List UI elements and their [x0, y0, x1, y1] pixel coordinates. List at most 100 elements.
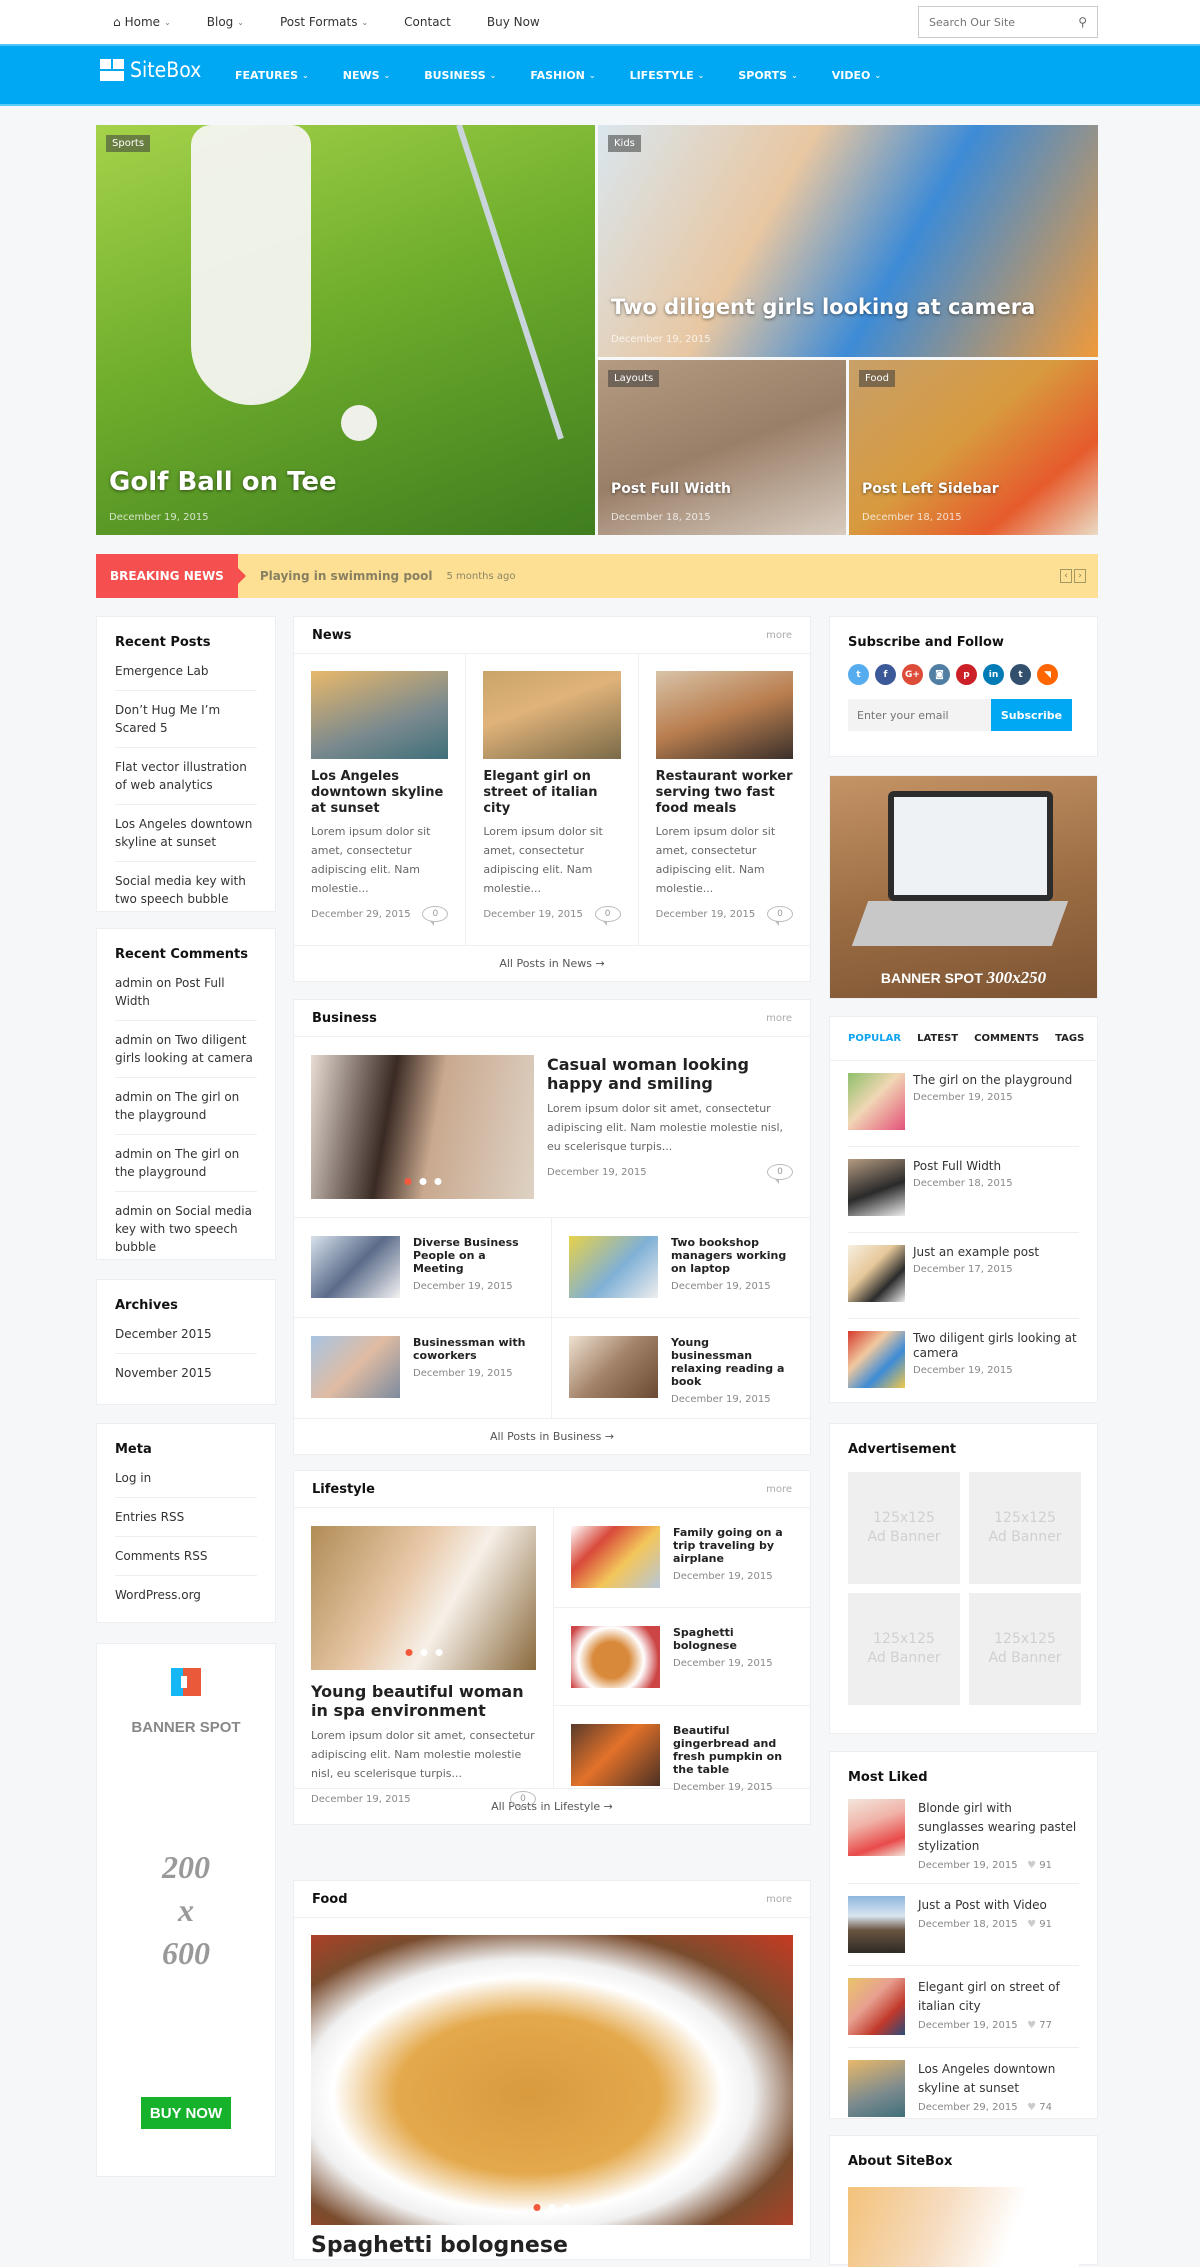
list-item[interactable]: Elegant girl on street of italian city De…: [848, 1966, 1079, 2048]
news-card[interactable]: Los Angeles downtown skyline at sunset L…: [294, 654, 467, 945]
facebook-icon[interactable]: f: [875, 664, 896, 685]
list-item[interactable]: Los Angeles downtown skyline at sunset De…: [848, 2048, 1079, 2129]
list-item[interactable]: Spaghetti bolognese December 19, 2015: [554, 1608, 810, 1706]
hero-title[interactable]: Golf Ball on Tee: [109, 467, 337, 497]
list-item[interactable]: Two bookshop managers working on laptop D…: [552, 1218, 810, 1318]
slider-dots[interactable]: [533, 2204, 571, 2211]
hero-tile-food[interactable]: Food Post Left Sidebar December 18, 2015: [849, 360, 1098, 535]
topnav-contact[interactable]: Contact: [404, 15, 451, 29]
category-badge[interactable]: Sports: [106, 135, 151, 152]
post-thumbnail[interactable]: [848, 1799, 905, 1856]
hero-title[interactable]: Post Full Width: [611, 481, 731, 497]
hero-tile-layouts[interactable]: Layouts Post Full Width December 18, 201…: [598, 360, 846, 535]
recent-post-link[interactable]: Don’t Hug Me I’m Scared 5: [115, 701, 257, 748]
hero-tile-main[interactable]: Sports Golf Ball on Tee December 19, 201…: [96, 125, 595, 535]
tumblr-icon[interactable]: t: [1010, 664, 1031, 685]
post-title[interactable]: Blonde girl with sunglasses wearing past…: [918, 1799, 1079, 1856]
post-thumbnail[interactable]: [571, 1724, 660, 1786]
category-badge[interactable]: Kids: [608, 135, 641, 152]
tab-latest[interactable]: LATEST: [917, 1033, 958, 1044]
list-item[interactable]: Young businessman relaxing reading a boo…: [552, 1318, 810, 1418]
banner-spot-widget[interactable]: BANNER SPOT 200 x 600 BUY NOW: [96, 1643, 276, 2177]
post-title[interactable]: Elegant girl on street of italian city: [483, 769, 620, 817]
site-logo[interactable]: SiteBox: [100, 58, 201, 82]
topnav-home[interactable]: ⌂ Home ⌄: [113, 15, 171, 29]
archive-link[interactable]: November 2015: [115, 1364, 257, 1392]
linkedin-icon[interactable]: in: [983, 664, 1004, 685]
post-thumbnail[interactable]: [848, 1245, 905, 1302]
recent-comment-link[interactable]: admin on The girl on the playground: [115, 1145, 257, 1192]
list-item[interactable]: Family going on a trip traveling by airp…: [554, 1508, 810, 1608]
all-posts-link[interactable]: All Posts in Business →: [294, 1418, 810, 1454]
post-title[interactable]: Just an example post: [913, 1245, 1039, 1260]
heart-icon[interactable]: ♥: [1027, 2020, 1036, 2031]
list-item[interactable]: Two diligent girls looking at camera Dece…: [848, 1319, 1079, 1404]
comment-count-icon[interactable]: 0: [767, 1164, 793, 1184]
pinterest-icon[interactable]: p: [956, 664, 977, 685]
banner-spot-300x250[interactable]: BANNER SPOT 300x250: [829, 775, 1098, 999]
subscribe-button[interactable]: Subscribe: [991, 699, 1072, 731]
post-title[interactable]: Just a Post with Video: [918, 1896, 1052, 1915]
post-title[interactable]: Los Angeles downtown skyline at sunset: [918, 2060, 1079, 2098]
post-thumbnail[interactable]: [311, 1336, 400, 1398]
post-title[interactable]: Elegant girl on street of italian city: [918, 1978, 1079, 2016]
list-item[interactable]: Beautiful gingerbread and fresh pumpkin …: [554, 1706, 810, 1793]
news-card[interactable]: Elegant girl on street of italian city L…: [466, 654, 639, 945]
recent-post-link[interactable]: Los Angeles downtown skyline at sunset: [115, 815, 257, 862]
twitter-icon[interactable]: t: [848, 664, 869, 685]
list-item[interactable]: Diverse Business People on a Meeting Dece…: [294, 1218, 552, 1318]
post-title[interactable]: Diverse Business People on a Meeting: [413, 1236, 534, 1275]
meta-link[interactable]: Log in: [115, 1469, 257, 1498]
tab-popular[interactable]: POPULAR: [848, 1033, 901, 1044]
more-link[interactable]: more: [766, 1894, 792, 1905]
heart-icon[interactable]: ♥: [1027, 1919, 1036, 1930]
hero-tile-kids[interactable]: Kids Two diligent girls looking at camer…: [598, 125, 1098, 357]
post-thumbnail[interactable]: [311, 1526, 536, 1670]
post-title[interactable]: The girl on the playground: [913, 1073, 1072, 1088]
recent-comment-link[interactable]: admin on Social media key with two speec…: [115, 1202, 257, 1266]
comment-count-icon[interactable]: 0: [594, 906, 621, 926]
post-title[interactable]: Beautiful gingerbread and fresh pumpkin …: [673, 1724, 793, 1776]
archive-link[interactable]: December 2015: [115, 1325, 257, 1354]
post-title[interactable]: Young beautiful woman in spa environment: [311, 1682, 536, 1720]
post-thumbnail[interactable]: [311, 1935, 793, 2225]
category-badge[interactable]: Food: [859, 370, 895, 387]
post-thumbnail[interactable]: [848, 2060, 905, 2117]
comment-count-icon[interactable]: 0: [766, 906, 793, 926]
comment-count-icon[interactable]: 0: [510, 1791, 536, 1811]
prev-arrow-icon[interactable]: ‹: [1060, 569, 1072, 583]
post-title[interactable]: Family going on a trip traveling by airp…: [673, 1526, 793, 1565]
topnav-buy-now[interactable]: Buy Now: [487, 15, 540, 29]
instagram-icon[interactable]: ◙: [929, 664, 950, 685]
post-title[interactable]: Restaurant worker serving two fast food …: [656, 769, 793, 817]
tab-comments[interactable]: COMMENTS: [974, 1033, 1039, 1044]
breaking-headline[interactable]: Playing in swimming pool: [260, 569, 433, 583]
slider-dots[interactable]: [405, 1649, 442, 1656]
recent-post-link[interactable]: Social media key with two speech bubble: [115, 872, 257, 918]
search-input[interactable]: [929, 15, 1069, 29]
post-title[interactable]: Post Full Width: [913, 1159, 1013, 1174]
slider-dots[interactable]: [404, 1178, 441, 1185]
more-link[interactable]: more: [766, 1484, 792, 1495]
news-card[interactable]: Restaurant worker serving two fast food …: [639, 654, 810, 945]
meta-link[interactable]: WordPress.org: [115, 1586, 257, 1614]
post-thumbnail[interactable]: [311, 1055, 534, 1199]
post-thumbnail[interactable]: [483, 671, 621, 759]
more-link[interactable]: more: [766, 1013, 792, 1024]
hero-title[interactable]: Post Left Sidebar: [862, 481, 999, 497]
more-link[interactable]: more: [766, 630, 792, 641]
post-thumbnail[interactable]: [848, 1331, 905, 1388]
nav-lifestyle[interactable]: LIFESTYLE ⌄: [630, 69, 705, 82]
nav-sports[interactable]: SPORTS ⌄: [738, 69, 797, 82]
meta-link[interactable]: Entries RSS: [115, 1508, 257, 1537]
nav-video[interactable]: VIDEO ⌄: [832, 69, 881, 82]
nav-business[interactable]: BUSINESS ⌄: [424, 69, 496, 82]
search-icon[interactable]: ⚲: [1078, 15, 1087, 29]
post-thumbnail[interactable]: [569, 1236, 658, 1298]
post-title[interactable]: Spaghetti bolognese: [311, 2233, 793, 2258]
comment-count-icon[interactable]: 0: [422, 906, 449, 926]
hero-title[interactable]: Two diligent girls looking at camera: [611, 295, 1035, 319]
category-badge[interactable]: Layouts: [608, 370, 660, 387]
post-thumbnail[interactable]: [848, 1073, 905, 1130]
nav-features[interactable]: FEATURES ⌄: [235, 69, 309, 82]
